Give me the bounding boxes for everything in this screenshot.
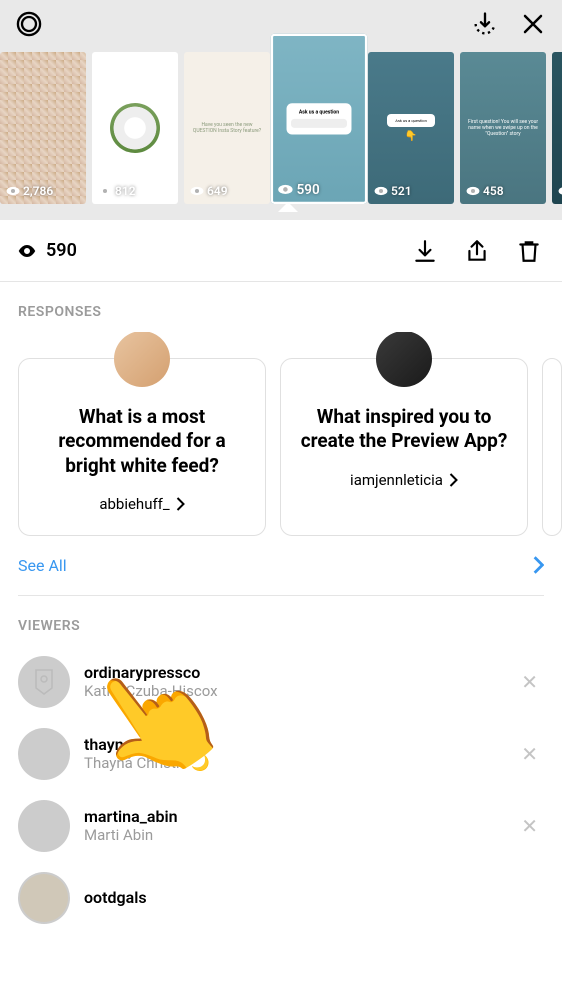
response-user[interactable]: abbiehuff_ — [99, 495, 184, 513]
avatar — [18, 656, 70, 708]
thumb-views: 590 — [297, 182, 320, 198]
response-user[interactable]: iamjennleticia — [350, 471, 458, 489]
avatar — [114, 332, 170, 387]
viewers-header: VIEWERS — [0, 596, 562, 646]
trash-icon[interactable] — [514, 236, 544, 266]
thumb-views: 2,786 — [23, 184, 53, 198]
story-thumb[interactable]: First question! You will see your name w… — [460, 52, 546, 204]
remove-viewer-icon[interactable]: ✕ — [515, 808, 544, 844]
thumb-views: 812 — [115, 184, 136, 198]
thumb-views: 521 — [391, 184, 412, 198]
remove-viewer-icon[interactable]: ✕ — [515, 664, 544, 700]
viewer-username: martina_abin — [84, 807, 501, 826]
responses-header: RESPONSES — [0, 282, 562, 332]
response-card[interactable] — [542, 358, 562, 536]
viewer-username: ordinarypressco — [84, 663, 501, 682]
thumb-views: 649 — [207, 184, 228, 198]
settings-icon[interactable] — [14, 9, 44, 39]
viewer-row[interactable]: martina_abinMarti Abin ✕ — [0, 790, 562, 862]
viewer-display: Marti Abin — [84, 826, 501, 844]
download-icon[interactable] — [410, 236, 440, 266]
story-thumb-selected[interactable]: Ask us a question590 — [271, 34, 367, 204]
response-question: What inspired you to create the Preview … — [297, 405, 511, 454]
share-icon[interactable] — [462, 236, 492, 266]
story-thumb[interactable]: Have you seen the new QUESTION Insta Sto… — [184, 52, 270, 204]
viewer-row[interactable]: thaynachristieThayná Christie 🌙 ✕ — [0, 718, 562, 790]
viewer-display: Thayná Christie 🌙 — [84, 754, 501, 772]
remove-viewer-icon[interactable]: ✕ — [515, 736, 544, 772]
story-thumb[interactable]: 812 — [92, 52, 178, 204]
save-story-icon[interactable] — [470, 9, 500, 39]
avatar — [18, 800, 70, 852]
viewer-username: thaynachristie — [84, 735, 501, 754]
chevron-right-icon — [533, 556, 544, 574]
thumb-views: 458 — [483, 184, 504, 198]
story-thumb[interactable]: 416 — [552, 52, 562, 204]
response-question: What is a most recommended for a bright … — [35, 405, 249, 478]
story-thumb[interactable]: Ask us a question👇521 — [368, 52, 454, 204]
avatar — [376, 332, 432, 387]
viewer-row[interactable]: ordinarypresscoKathy Czuba-Hiscox ✕ — [0, 646, 562, 718]
viewer-row[interactable]: ootdgals — [0, 862, 562, 934]
viewer-display: Kathy Czuba-Hiscox — [84, 682, 501, 700]
viewer-username: ootdgals — [84, 888, 544, 907]
response-card[interactable]: What inspired you to create the Preview … — [280, 358, 528, 536]
see-all-button[interactable]: See All — [0, 536, 562, 595]
story-thumbnails: 2,786 812 Have you seen the new QUESTION… — [0, 48, 562, 204]
response-card[interactable]: What is a most recommended for a bright … — [18, 358, 266, 536]
story-thumb[interactable]: 2,786 — [0, 52, 86, 204]
avatar — [18, 728, 70, 780]
view-count: 590 — [18, 240, 77, 261]
avatar — [18, 872, 70, 924]
close-icon[interactable] — [518, 9, 548, 39]
